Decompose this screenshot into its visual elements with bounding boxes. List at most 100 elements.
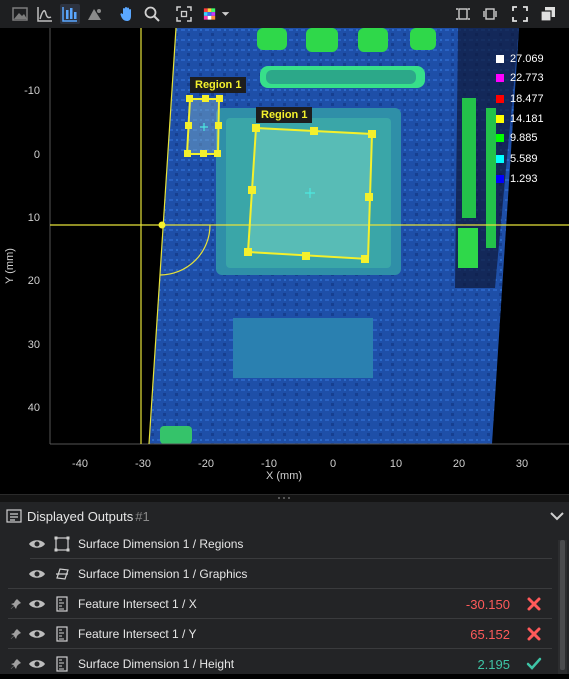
y-tick: 0 [33, 149, 40, 161]
fullscreen-icon[interactable] [510, 4, 530, 24]
legend-swatch [496, 55, 504, 63]
legend-item: 14.181 [496, 112, 544, 126]
outputs-list-icon [6, 508, 22, 524]
y-axis-label: Y (mm) [3, 248, 16, 284]
y-tick: -10 [24, 85, 40, 97]
component [306, 28, 338, 52]
fail-icon [526, 596, 542, 612]
bar-chart-icon[interactable] [60, 4, 80, 24]
intersection-point[interactable] [158, 221, 166, 229]
x-tick: 20 [452, 458, 466, 470]
zoom-icon[interactable] [142, 4, 162, 24]
x-tick: -40 [72, 458, 88, 470]
x-tick: 10 [389, 458, 403, 470]
output-label: Feature Intersect 1 / Y [78, 627, 197, 641]
measurement-icon [56, 596, 68, 612]
height-map-plot[interactable] [0, 28, 569, 494]
layout-1-icon[interactable] [453, 4, 473, 24]
output-label: Feature Intersect 1 / X [78, 597, 197, 611]
component [486, 108, 496, 248]
output-row[interactable]: Feature Intersect 1 / X -30.150 [0, 589, 552, 619]
x-tick: -10 [261, 458, 277, 470]
eye-icon[interactable] [28, 597, 46, 611]
legend-swatch [496, 155, 504, 163]
component [160, 426, 192, 444]
legend-value: 27.069 [510, 53, 544, 65]
legend-value: 14.181 [510, 113, 544, 125]
legend-swatch [496, 74, 504, 82]
point-cloud-icon[interactable] [85, 4, 105, 24]
hand-pan-icon[interactable] [117, 4, 137, 24]
component [358, 28, 388, 52]
legend-item: 1.293 [496, 172, 538, 186]
x-tick: 30 [515, 458, 529, 470]
eye-icon[interactable] [28, 627, 46, 641]
legend-swatch [496, 115, 504, 123]
graphics-icon [54, 566, 70, 582]
chevron-down-icon[interactable] [549, 508, 565, 524]
height-map-viewer[interactable]: Region 1 Region 1 -10 0 10 20 30 40 Y (m… [0, 28, 569, 494]
image-icon[interactable] [10, 4, 30, 24]
panel-title: Displayed Outputs [27, 508, 134, 524]
legend-value: 22.773 [510, 72, 544, 84]
y-tick: 30 [27, 339, 40, 351]
legend-swatch [496, 95, 504, 103]
layout-2-icon[interactable] [480, 4, 500, 24]
displayed-outputs-panel: Displayed Outputs #1 Surface Dimension 1… [0, 502, 569, 674]
profile-icon[interactable] [35, 4, 55, 24]
legend-item: 5.589 [496, 152, 538, 166]
output-label: Surface Dimension 1 / Height [78, 657, 235, 671]
eye-icon[interactable] [28, 537, 46, 551]
legend-item: 22.773 [496, 71, 544, 85]
legend-value: 5.589 [510, 153, 538, 165]
y-tick: 40 [27, 402, 40, 414]
legend-item: 9.885 [496, 131, 538, 145]
x-tick: 0 [329, 458, 337, 470]
output-row[interactable]: Surface Dimension 1 / Regions [0, 529, 552, 559]
legend-item: 18.477 [496, 92, 544, 106]
region-label-large[interactable]: Region 1 [256, 107, 313, 123]
output-value: 2.195 [477, 656, 510, 672]
component [410, 28, 436, 50]
y-tick: 10 [27, 212, 40, 224]
output-row[interactable]: Surface Dimension 1 / Height 2.195 [0, 649, 552, 679]
legend-swatch [496, 175, 504, 183]
fail-icon [526, 626, 542, 642]
panel-count: #1 [135, 508, 150, 524]
component [458, 228, 478, 268]
output-label: Surface Dimension 1 / Regions [78, 537, 244, 551]
component [257, 28, 287, 50]
output-value: 65.152 [470, 626, 510, 642]
color-map-icon[interactable] [201, 4, 235, 24]
output-row[interactable]: Surface Dimension 1 / Graphics [0, 559, 552, 589]
pin-icon[interactable] [10, 598, 22, 610]
legend-item: 27.069 [496, 52, 544, 66]
x-tick: -20 [198, 458, 214, 470]
measurement-icon [56, 656, 68, 672]
fit-view-icon[interactable] [174, 4, 194, 24]
legend-value: 1.293 [510, 173, 538, 185]
legend-value: 18.477 [510, 93, 544, 105]
output-label: Surface Dimension 1 / Graphics [78, 567, 248, 581]
output-value: -30.150 [465, 596, 510, 612]
connector-inner [266, 70, 416, 84]
window-icon[interactable] [538, 4, 558, 24]
legend-value: 9.885 [510, 132, 538, 144]
scrollbar-thumb[interactable] [560, 540, 565, 670]
measurement-icon [56, 626, 68, 642]
pin-icon[interactable] [10, 658, 22, 670]
pass-icon [526, 656, 542, 672]
output-row[interactable]: Feature Intersect 1 / Y 65.152 [0, 619, 552, 649]
pin-icon[interactable] [10, 628, 22, 640]
eye-icon[interactable] [28, 567, 46, 581]
panel-scrollbar[interactable] [558, 540, 567, 674]
x-axis-label: X (mm) [266, 470, 303, 482]
secondary-chip [233, 318, 373, 378]
legend-swatch [496, 134, 504, 142]
x-tick: -30 [135, 458, 151, 470]
region-label-small[interactable]: Region 1 [190, 77, 247, 93]
viewer-toolbar [0, 0, 569, 29]
panel-header[interactable]: Displayed Outputs #1 [0, 502, 569, 530]
eye-icon[interactable] [28, 657, 46, 671]
region-icon [54, 536, 70, 552]
